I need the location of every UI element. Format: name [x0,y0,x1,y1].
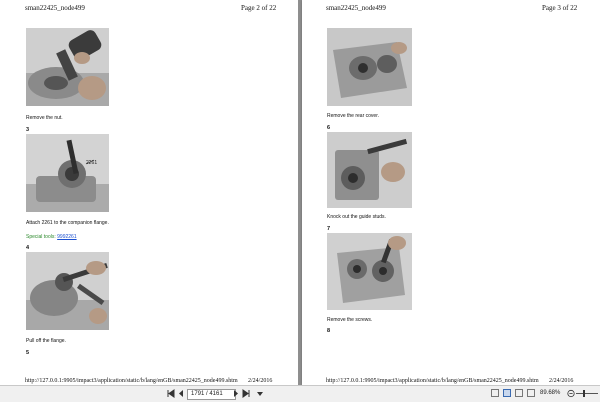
first-page-icon[interactable] [167,389,175,398]
document-page-right: sman22425_node499 Page 3 of 22 Remove th… [302,0,600,385]
step7-caption: Remove the screws. [327,317,373,323]
step6-caption: Knock out the guide studs. [327,214,386,220]
step8-number: 8 [327,328,331,334]
fit-width-view-icon[interactable] [527,389,535,397]
step-photo-remove-nut [26,28,109,106]
page-number-input[interactable]: 1791 / 4161 [187,389,236,400]
document-viewer: sman22425_node499 Page 2 of 22 Remove th… [0,0,600,385]
step-photo-guide-studs [327,132,412,208]
continuous-view-icon[interactable] [515,389,523,397]
step4-caption: Pull off the flange. [26,338,66,344]
document-page-left: sman22425_node499 Page 2 of 22 Remove th… [0,0,298,385]
page-header-number: Page 3 of 22 [542,4,578,12]
tool-callout-label: 2261 [86,160,98,166]
step7-number: 7 [327,226,331,232]
step5-caption: Remove the rear cover. [327,113,379,119]
page-footer-url: http://127.0.0.1:9905/impact3/applicatio… [326,378,539,384]
special-tools-label: Special tools: [26,234,56,240]
zoom-out-icon[interactable] [567,389,575,398]
step1-caption: Remove the nut. [26,115,63,121]
step5-number: 5 [26,350,30,356]
next-page-icon[interactable] [232,389,240,398]
prev-page-icon[interactable] [177,389,185,398]
viewer-toolbar: 1791 / 4161 89.68% [0,385,600,402]
two-page-view-icon[interactable] [503,389,511,397]
step-photo-rear-cover [327,28,412,106]
special-tools-line: Special tools: 9992261 [26,234,77,240]
single-page-view-icon[interactable] [491,389,499,397]
special-tool-link[interactable]: 9992261 [57,234,76,240]
last-page-icon[interactable] [242,389,250,398]
page-footer-date: 2/24/2016 [248,378,273,384]
zoom-slider[interactable] [576,393,598,394]
step3-number: 3 [26,127,30,133]
page-header-number: Page 2 of 22 [241,4,277,12]
step-photo-remove-screws [327,233,412,310]
page-header-title: sman22425_node499 [25,4,85,12]
step-photo-attach-tool [26,134,109,212]
step-photo-pull-flange [26,252,109,330]
page-footer-date: 2/24/2016 [549,378,574,384]
step3-caption: Attach 2261 to the companion flange. [26,220,109,226]
zoom-level: 89.68% [540,390,561,396]
step6-number: 6 [327,125,331,131]
page-header-title: sman22425_node499 [326,4,386,12]
page-footer-url: http://127.0.0.1:9905/impact3/applicatio… [25,378,238,384]
step4-number: 4 [26,245,30,251]
page-dropdown-icon[interactable] [256,389,264,398]
zoom-slider-thumb[interactable] [583,390,585,397]
